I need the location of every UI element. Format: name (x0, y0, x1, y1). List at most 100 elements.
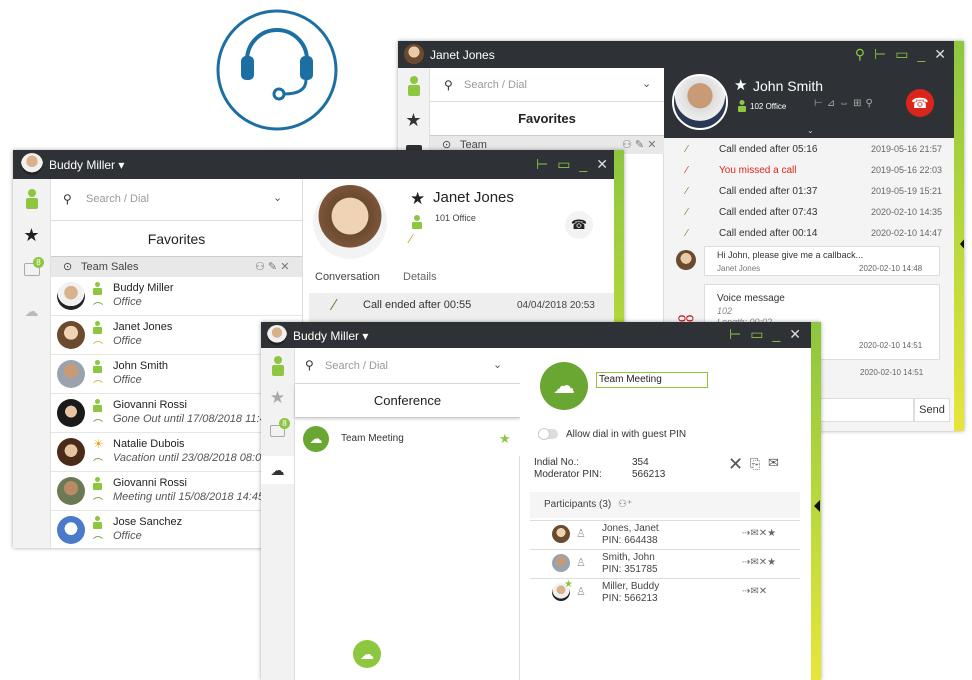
message-input[interactable] (814, 398, 914, 422)
status-person-icon[interactable] (398, 76, 429, 101)
search-bar[interactable]: ⚲ Search / Dial ⌄ (430, 68, 664, 102)
participant-actions-icon[interactable]: ⇢✉✕★ (742, 528, 776, 539)
history-row[interactable]: ⁄ Call ended after 01:37 2019-05-19 15:21 (664, 186, 954, 206)
meeting-icon: ☁ (303, 426, 329, 452)
minimize-icon[interactable]: _ (772, 327, 780, 341)
favorites-star-icon[interactable]: ★ (261, 388, 294, 408)
participant-name: Jones, Janet (602, 523, 659, 534)
window-icon[interactable]: ▭ (750, 327, 763, 341)
call-button[interactable]: ☎ (565, 211, 593, 239)
history-row[interactable]: ⁄ Call ended after 07:43 2020-02-10 14:35 (664, 207, 954, 227)
group-header[interactable]: ⊙ Team Sales ⚇ ✎ ✕ (51, 257, 302, 277)
conference-icon[interactable]: ☁ (261, 456, 294, 484)
history-row[interactable]: ⁄ Call ended after 00:14 2020-02-10 14:47 (664, 228, 954, 248)
search-icon: ⚲ (444, 78, 453, 92)
add-conference-button[interactable]: ☁ (353, 640, 381, 668)
window-title[interactable]: Buddy Miller ▾ (293, 329, 368, 343)
transfer-icon[interactable]: ⊢ (874, 47, 886, 61)
collapse-icon[interactable]: ⊙ (63, 260, 72, 273)
participant-row[interactable]: ♙ Jones, Janet PIN: 664438 ⇢✉✕★ (530, 520, 800, 549)
status-person-icon[interactable] (261, 356, 294, 381)
contact-avatar (57, 321, 85, 349)
group-label: Team Sales (81, 261, 139, 273)
panel-arrow-icon[interactable] (814, 500, 820, 512)
chat-icon[interactable]: 8 (13, 257, 50, 281)
status-person-icon[interactable] (13, 189, 50, 214)
panel-arrow-icon[interactable] (960, 237, 964, 251)
window-icon[interactable]: ▭ (895, 47, 908, 61)
message-bubble[interactable]: Hi John, please give me a callback... Ja… (704, 246, 940, 276)
search-input[interactable]: Search / Dial (325, 360, 388, 372)
favorite-star-icon[interactable]: ★ (410, 189, 425, 209)
favorites-star-icon[interactable]: ★ (398, 110, 429, 131)
history-date: 2019-05-16 21:57 (870, 144, 942, 154)
search-bar[interactable]: ⚲ Search / Dial ⌄ (295, 348, 520, 384)
call-tools-icon[interactable]: ⊢⊿⇔⊞⚲ (814, 98, 877, 109)
voicemail-title: Voice message (717, 293, 785, 304)
history-row[interactable]: ⁄ Call ended after 05:16 2019-05-16 21:57 (664, 144, 954, 164)
participant-actions-icon[interactable]: ⇢✉✕★ (742, 557, 776, 568)
window-icon[interactable]: ▭ (557, 157, 570, 171)
history-row[interactable]: ⁄ You missed a call 2019-05-16 22:03 (664, 165, 954, 185)
search-input[interactable]: Search / Dial (464, 79, 527, 91)
presence-icon (412, 215, 422, 234)
minimize-icon[interactable]: _ (917, 47, 925, 61)
chevron-down-icon[interactable]: ⌄ (273, 191, 282, 204)
delete-icon[interactable]: ✕ (728, 454, 743, 475)
mail-icon[interactable]: ✉ (768, 455, 779, 471)
accent-strip (954, 41, 964, 431)
minimize-icon[interactable]: _ (579, 157, 587, 171)
search-input[interactable]: Search / Dial (86, 193, 149, 205)
favorite-star-icon[interactable]: ★ (499, 431, 511, 447)
send-button[interactable]: Send (914, 398, 950, 422)
call-text: Call ended after 00:55 (363, 299, 472, 311)
close-icon[interactable]: ✕ (934, 47, 946, 61)
conference-list-item[interactable]: ☁ Team Meeting ★ (295, 422, 520, 456)
expand-chevron-icon[interactable]: ⌄ (807, 126, 814, 135)
person-icon: ♙ (576, 586, 586, 598)
conference-header[interactable]: Conference (295, 384, 520, 418)
participant-row[interactable]: ♙ Smith, John PIN: 351785 ⇢✉✕★ (530, 549, 800, 578)
phone-icon: ⌒ (93, 420, 103, 431)
contact-row[interactable]: ⌒ Buddy Miller Office (51, 277, 302, 316)
chevron-down-icon[interactable]: ⌄ (642, 77, 651, 90)
tab-conversation[interactable]: Conversation (315, 271, 380, 283)
favorites-star-icon[interactable]: ★ (13, 225, 50, 246)
participants-label: Participants (3) (544, 499, 612, 510)
search-bar[interactable]: ⚲ Search / Dial ⌄ (51, 179, 302, 221)
group-tools-icon[interactable]: ⚇ ✎ ✕ (255, 260, 289, 273)
window-title[interactable]: Buddy Miller ▾ (49, 158, 124, 172)
meeting-name-input[interactable]: Team Meeting (596, 372, 708, 388)
participant-row[interactable]: ♙ Miller, Buddy PIN: 566213 ⇢✉✕ ★ (530, 578, 800, 607)
history-text: Call ended after 05:16 (719, 144, 818, 155)
favorite-star-icon[interactable]: ★ (734, 76, 747, 94)
chat-icon[interactable]: 8 (261, 418, 294, 442)
participant-avatar (552, 525, 570, 543)
window-title: Janet Jones (430, 48, 495, 62)
copy-icon[interactable]: ⎘ (750, 456, 760, 472)
close-icon[interactable]: ✕ (789, 327, 801, 341)
sender-avatar (676, 250, 696, 270)
favorites-header[interactable]: Favorites (51, 221, 302, 257)
conference-icon[interactable]: ☁ (13, 303, 50, 320)
presence-icon (93, 282, 102, 297)
participant-actions-icon[interactable]: ⇢✉✕ (742, 586, 767, 597)
presence-icon (93, 477, 102, 492)
voicemail-extension: 102 (717, 306, 733, 316)
favorites-header[interactable]: Favorites (430, 102, 664, 136)
transfer-icon[interactable]: ⊢ (729, 327, 741, 341)
transfer-icon[interactable]: ⊢ (536, 157, 548, 171)
group-tools-icon[interactable]: ⚇ ✎ ✕ (622, 138, 656, 151)
close-icon[interactable]: ✕ (596, 157, 608, 171)
add-participant-icon[interactable]: ⚇⁺ (618, 499, 632, 510)
hangup-button[interactable]: ☎ (906, 89, 934, 117)
key-icon[interactable]: ⚲ (855, 47, 865, 61)
chevron-down-icon[interactable]: ⌄ (493, 358, 502, 371)
contact-name: John Smith (753, 78, 824, 94)
history-date: 2020-02-10 14:51 (860, 368, 924, 377)
participant-avatar (552, 554, 570, 572)
history-text: Call ended after 00:14 (719, 228, 818, 239)
tab-details[interactable]: Details (403, 271, 437, 283)
call-date: 04/04/2018 20:53 (517, 300, 595, 311)
conference-detail-pane: ☁ Team Meeting Allow dial in with guest … (520, 348, 811, 680)
